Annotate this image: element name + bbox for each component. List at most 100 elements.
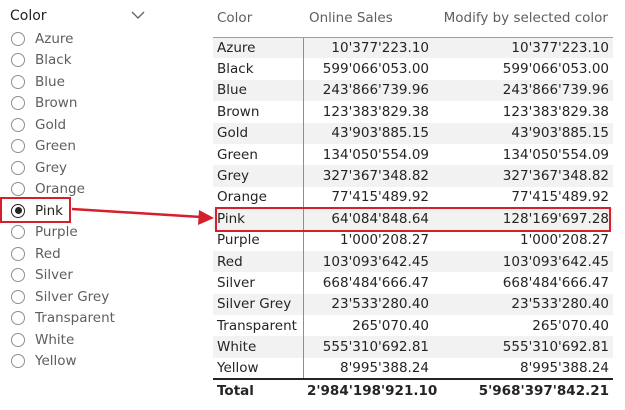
slicer-option-gold[interactable]: Gold (0, 114, 150, 136)
cell-modify-by-selected-color: 599'066'053.00 (502, 61, 609, 78)
radio-icon[interactable] (11, 182, 25, 197)
table-row: Red 103'093'642.45 103'093'642.45 (213, 250, 613, 273)
cell-color: Orange (213, 186, 304, 209)
table-row: Pink 64'084'848.64 128'169'697.28 (213, 208, 613, 230)
radio-icon[interactable] (11, 160, 25, 175)
radio-icon[interactable] (11, 53, 25, 68)
table-row: Orange 77'415'489.92 77'415'489.92 (213, 186, 613, 209)
slicer-option-label: Yellow (35, 353, 77, 370)
table-row: Black 599'066'053.00 599'066'053.00 (213, 58, 613, 80)
sales-table: Color Online Sales Modify by selected co… (213, 0, 613, 410)
slicer-option-label: Red (35, 245, 61, 262)
radio-icon[interactable] (11, 74, 25, 89)
cell-color: Transparent (213, 315, 304, 337)
slicer-option-transparent[interactable]: Transparent (0, 308, 150, 330)
slicer-option-label: Azure (35, 30, 74, 47)
table-row: Transparent 265'070.40 265'070.40 (213, 315, 613, 337)
radio-icon[interactable] (11, 31, 25, 46)
slicer-option-green[interactable]: Green (0, 136, 150, 158)
cell-color: Silver Grey (213, 293, 304, 316)
column-header-modify-by-selected-color[interactable]: Modify by selected color (433, 0, 613, 38)
cell-online-sales: 1'000'208.27 (339, 232, 429, 249)
radio-icon[interactable] (11, 225, 25, 240)
cell-online-sales: 134'050'554.09 (322, 146, 429, 163)
cell-color: White (213, 336, 304, 358)
cell-modify-by-selected-color: 134'050'554.09 (502, 146, 609, 163)
slicer-option-label: Black (35, 52, 72, 69)
slicer-option-label: Silver (35, 267, 73, 284)
table-header-row: Color Online Sales Modify by selected co… (213, 0, 613, 38)
cell-online-sales: 43'903'885.15 (303, 122, 433, 144)
slicer-option-grey[interactable]: Grey (0, 157, 150, 179)
cell-color: Blue (213, 79, 304, 102)
slicer-option-label: Purple (35, 224, 78, 241)
radio-icon[interactable] (11, 311, 25, 326)
radio-icon[interactable] (11, 268, 25, 283)
radio-icon[interactable] (11, 96, 25, 111)
cell-modify-by-selected-color: 23'533'280.40 (433, 293, 613, 316)
cell-modify-by-selected-color: 123'383'829.38 (502, 103, 609, 120)
slicer-option-purple[interactable]: Purple (0, 222, 150, 244)
table-row: Blue 243'866'739.96 243'866'739.96 (213, 79, 613, 102)
radio-icon[interactable] (11, 354, 25, 369)
slicer-option-blue[interactable]: Blue (0, 71, 150, 93)
cell-online-sales: 265'070.40 (352, 317, 429, 334)
cell-modify-by-selected-color: 43'903'885.15 (433, 122, 613, 144)
column-header-color[interactable]: Color (213, 0, 303, 38)
cell-modify-by-selected-color: 77'415'489.92 (511, 189, 609, 206)
cell-color: Pink (213, 208, 304, 230)
cell-modify-by-selected-color: 10'377'223.10 (433, 37, 613, 59)
cell-online-sales: 64'084'848.64 (303, 208, 433, 230)
chevron-down-icon[interactable] (131, 9, 145, 21)
slicer-option-label: Gold (35, 116, 67, 133)
cell-online-sales: 599'066'053.00 (322, 61, 429, 78)
color-slicer: Color Azure Black Blue Brown Gold Green Grey Or… (0, 0, 150, 380)
cell-online-sales: 8'995'388.24 (339, 360, 429, 377)
slicer-option-white[interactable]: White (0, 329, 150, 351)
radio-icon[interactable] (11, 289, 25, 304)
cell-color: Silver (213, 272, 304, 294)
slicer-option-label: Orange (35, 181, 85, 198)
table-row: Brown 123'383'829.38 123'383'829.38 (213, 101, 613, 123)
slicer-option-yellow[interactable]: Yellow (0, 351, 150, 373)
table-row: Grey 327'367'348.82 327'367'348.82 (213, 165, 613, 187)
slicer-option-label: Grey (35, 159, 68, 176)
cell-online-sales: 327'367'348.82 (303, 165, 433, 187)
cell-color: Gold (213, 122, 304, 144)
cell-color: Yellow (213, 357, 304, 380)
cell-modify-by-selected-color: 103'093'642.45 (433, 250, 613, 273)
cell-color: Red (213, 250, 304, 273)
table-row: Purple 1'000'208.27 1'000'208.27 (213, 229, 613, 251)
cell-online-sales: 555'310'692.81 (303, 336, 433, 358)
cell-color: Grey (213, 165, 304, 187)
column-header-online-sales[interactable]: Online Sales (303, 0, 433, 38)
slicer-option-brown[interactable]: Brown (0, 93, 150, 115)
cell-modify-by-selected-color: 8'995'388.24 (519, 360, 609, 377)
slicer-option-label: White (35, 331, 75, 348)
slicer-option-azure[interactable]: Azure (0, 28, 150, 50)
radio-icon[interactable] (11, 246, 25, 261)
cell-modify-by-selected-color: 128'169'697.28 (433, 208, 613, 230)
slicer-option-black[interactable]: Black (0, 50, 150, 72)
radio-icon[interactable] (11, 332, 25, 347)
slicer-option-red[interactable]: Red (0, 243, 150, 265)
slicer-option-silver[interactable]: Silver (0, 265, 150, 287)
radio-icon[interactable] (11, 117, 25, 132)
slicer-option-label: Brown (35, 95, 78, 112)
total-modify-by-selected-color: 5'968'397'842.21 (433, 378, 613, 402)
slicer-title: Color (10, 8, 47, 24)
selected-option-highlight (0, 197, 71, 223)
cell-color: Azure (213, 37, 304, 59)
table-row: Silver 668'484'666.47 668'484'666.47 (213, 272, 613, 294)
cell-online-sales: 23'533'280.40 (303, 293, 433, 316)
slicer-header[interactable]: Color (10, 6, 145, 26)
cell-modify-by-selected-color: 555'310'692.81 (433, 336, 613, 358)
slicer-option-silver-grey[interactable]: Silver Grey (0, 286, 150, 308)
slicer-option-label: Green (35, 138, 76, 155)
table-row: Gold 43'903'885.15 43'903'885.15 (213, 122, 613, 144)
table-row: Green 134'050'554.09 134'050'554.09 (213, 143, 613, 166)
cell-online-sales: 243'866'739.96 (303, 79, 433, 102)
radio-icon[interactable] (11, 139, 25, 154)
slicer-option-label: Blue (35, 73, 65, 90)
cell-modify-by-selected-color: 243'866'739.96 (433, 79, 613, 102)
